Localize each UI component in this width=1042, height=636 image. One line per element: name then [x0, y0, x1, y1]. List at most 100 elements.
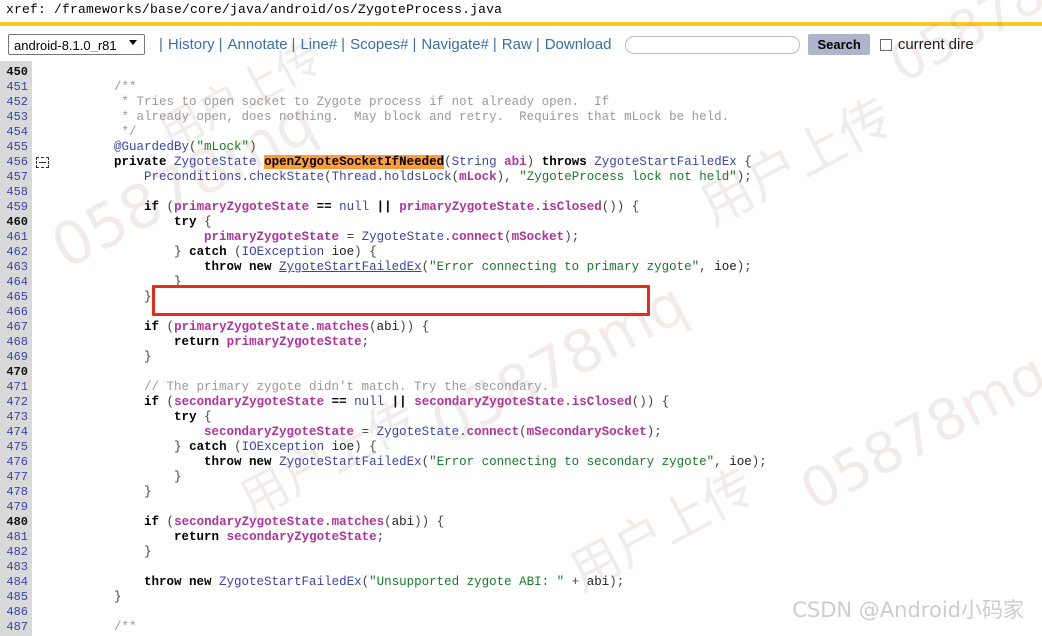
- line-number[interactable]: 479: [0, 500, 32, 515]
- line-number[interactable]: 464: [0, 275, 32, 290]
- line-number[interactable]: 457: [0, 170, 32, 185]
- code-line[interactable]: if (secondaryZygoteState.matches(abi)) {: [54, 515, 1042, 530]
- line-number[interactable]: 453: [0, 110, 32, 125]
- fold-collapse-icon[interactable]: [36, 157, 49, 168]
- code-line[interactable]: if (secondaryZygoteState == null || seco…: [54, 395, 1042, 410]
- line-number[interactable]: 480: [0, 515, 32, 530]
- line-number[interactable]: 472: [0, 395, 32, 410]
- line-number[interactable]: 476: [0, 455, 32, 470]
- toolbar-link-history[interactable]: History: [168, 36, 215, 53]
- line-number[interactable]: 483: [0, 560, 32, 575]
- line-number[interactable]: 474: [0, 425, 32, 440]
- code-line[interactable]: primaryZygoteState = ZygoteState.connect…: [54, 230, 1042, 245]
- line-number[interactable]: 463: [0, 260, 32, 275]
- code-line[interactable]: [54, 305, 1042, 320]
- current-directory-checkbox[interactable]: [879, 38, 892, 51]
- code-line[interactable]: [54, 365, 1042, 380]
- code-line[interactable]: } catch (IOException ioe) {: [54, 440, 1042, 455]
- line-number[interactable]: 456: [0, 155, 32, 170]
- toolbar-separator-3: |: [341, 36, 346, 53]
- code-line[interactable]: */: [54, 125, 1042, 140]
- line-number[interactable]: 482: [0, 545, 32, 560]
- code-line[interactable]: try {: [54, 215, 1042, 230]
- line-number[interactable]: 487: [0, 620, 32, 635]
- line-number[interactable]: 450: [0, 65, 32, 80]
- source-code[interactable]: /** * Tries to open socket to Zygote pro…: [54, 61, 1042, 636]
- code-line[interactable]: throw new ZygoteStartFailedEx("Error con…: [54, 260, 1042, 275]
- line-number[interactable]: 467: [0, 320, 32, 335]
- line-number[interactable]: 486: [0, 605, 32, 620]
- line-number[interactable]: 452: [0, 95, 32, 110]
- line-number[interactable]: 484: [0, 575, 32, 590]
- version-select[interactable]: android-8.1.0_r81: [8, 34, 145, 55]
- code-line[interactable]: }: [54, 485, 1042, 500]
- code-line[interactable]: if (primaryZygoteState == null || primar…: [54, 200, 1042, 215]
- line-number[interactable]: 465: [0, 290, 32, 305]
- xref-label: xref: /frameworks/base/core/java/android…: [6, 2, 503, 17]
- line-number[interactable]: 460: [0, 215, 32, 230]
- line-number-gutter: 450 451 452 453 454 455 456 457 458 459 460 461 462 4…: [0, 61, 32, 636]
- code-line[interactable]: }: [54, 470, 1042, 485]
- line-number[interactable]: 477: [0, 470, 32, 485]
- toolbar-separator-0: |: [159, 36, 163, 53]
- code-line[interactable]: * Tries to open socket to Zygote process…: [54, 95, 1042, 110]
- csdn-watermark: CSDN @Android小码家: [792, 598, 1024, 622]
- code-line[interactable]: }: [54, 290, 1042, 305]
- toolbar-link-annotate[interactable]: Annotate: [227, 36, 287, 53]
- line-number[interactable]: 458: [0, 185, 32, 200]
- toolbar-link-raw[interactable]: Raw: [502, 36, 532, 53]
- code-line[interactable]: @GuardedBy("mLock"): [54, 140, 1042, 155]
- code-line[interactable]: Preconditions.checkState(Thread.holdsLoc…: [54, 170, 1042, 185]
- line-number[interactable]: 481: [0, 530, 32, 545]
- code-line[interactable]: // The primary zygote didn't match. Try …: [54, 380, 1042, 395]
- toolbar-separator-4: |: [412, 36, 417, 53]
- toolbar-link-line-number[interactable]: Line#: [300, 36, 337, 53]
- code-line[interactable]: secondaryZygoteState = ZygoteState.conne…: [54, 425, 1042, 440]
- toolbar-link-download[interactable]: Download: [545, 36, 612, 53]
- line-number[interactable]: 469: [0, 350, 32, 365]
- toolbar: android-8.1.0_r81 | History | Annotate |…: [0, 26, 1042, 61]
- line-number[interactable]: 470: [0, 365, 32, 380]
- line-number[interactable]: 455: [0, 140, 32, 155]
- code-line[interactable]: [54, 185, 1042, 200]
- code-line[interactable]: throw new ZygoteStartFailedEx("Unsupport…: [54, 575, 1042, 590]
- code-line[interactable]: * already open, does nothing. May block …: [54, 110, 1042, 125]
- version-select-wrapper[interactable]: android-8.1.0_r81: [8, 34, 145, 55]
- line-number[interactable]: 462: [0, 245, 32, 260]
- code-line[interactable]: return secondaryZygoteState;: [54, 530, 1042, 545]
- code-line[interactable]: }: [54, 275, 1042, 290]
- toolbar-separator-2: |: [291, 36, 296, 53]
- code-line[interactable]: private ZygoteState openZygoteSocketIfNe…: [54, 155, 1042, 170]
- fold-marker-column: [32, 61, 54, 636]
- line-number[interactable]: 485: [0, 590, 32, 605]
- line-number[interactable]: 473: [0, 410, 32, 425]
- toolbar-separator-6: |: [535, 36, 540, 53]
- line-number[interactable]: 466: [0, 305, 32, 320]
- code-line[interactable]: [54, 65, 1042, 80]
- search-button[interactable]: Search: [808, 34, 870, 55]
- code-line[interactable]: }: [54, 350, 1042, 365]
- code-line[interactable]: return primaryZygoteState;: [54, 335, 1042, 350]
- line-number[interactable]: 451: [0, 80, 32, 95]
- line-number[interactable]: 459: [0, 200, 32, 215]
- line-number[interactable]: 461: [0, 230, 32, 245]
- code-line[interactable]: } catch (IOException ioe) {: [54, 245, 1042, 260]
- code-line[interactable]: throw new ZygoteStartFailedEx("Error con…: [54, 455, 1042, 470]
- line-number[interactable]: 478: [0, 485, 32, 500]
- current-directory-label: current dire: [897, 36, 974, 53]
- line-number[interactable]: 475: [0, 440, 32, 455]
- code-viewer: 450 451 452 453 454 455 456 457 458 459 460 461 462 4…: [0, 61, 1042, 636]
- line-number[interactable]: 454: [0, 125, 32, 140]
- code-line[interactable]: }: [54, 545, 1042, 560]
- toolbar-link-navigate[interactable]: Navigate#: [421, 36, 489, 53]
- search-input[interactable]: [625, 35, 801, 54]
- code-line[interactable]: /**: [54, 80, 1042, 95]
- line-number[interactable]: 468: [0, 335, 32, 350]
- code-line[interactable]: [54, 500, 1042, 515]
- code-line[interactable]: if (primaryZygoteState.matches(abi)) {: [54, 320, 1042, 335]
- toolbar-link-scopes[interactable]: Scopes#: [350, 36, 408, 53]
- code-line[interactable]: try {: [54, 410, 1042, 425]
- line-number[interactable]: 471: [0, 380, 32, 395]
- xref-path-header: xref: /frameworks/base/core/java/android…: [0, 0, 1042, 22]
- code-line[interactable]: [54, 560, 1042, 575]
